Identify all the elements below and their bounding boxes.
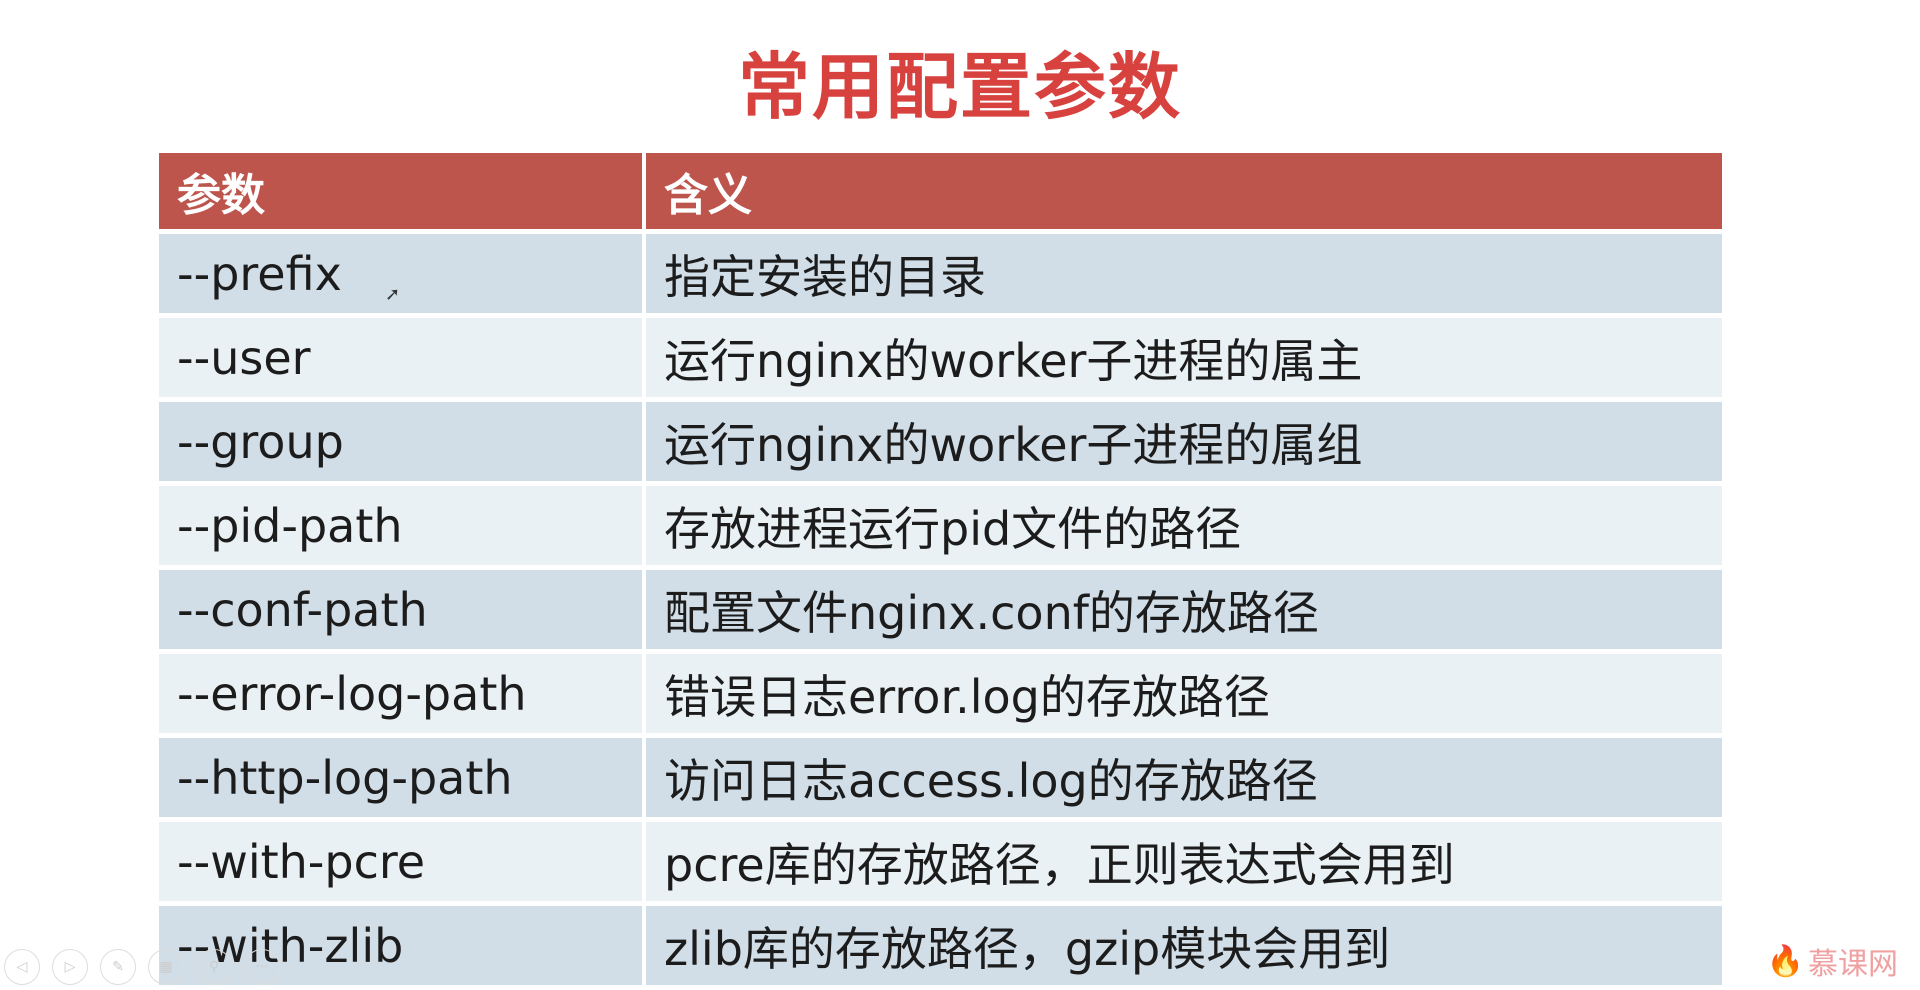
meaning-cell: 访问日志access.log的存放路径 <box>646 738 1722 817</box>
param-cell: --conf-path <box>159 570 642 649</box>
meaning-cell: 错误日志error.log的存放路径 <box>646 654 1722 733</box>
table-row: --with-zlib zlib库的存放路径，gzip模块会用到 <box>159 906 1722 985</box>
next-icon[interactable]: ▷ <box>52 949 88 985</box>
param-cell: --pid-path <box>159 486 642 565</box>
table-row: --conf-path 配置文件nginx.conf的存放路径 <box>159 570 1722 649</box>
table-header-row: 参数 含义 <box>159 153 1722 229</box>
more-icon[interactable]: ··· <box>244 949 280 985</box>
param-cell: --group <box>159 402 642 481</box>
flame-icon: 🔥 <box>1766 943 1804 979</box>
table-row: --pid-path 存放进程运行pid文件的路径 <box>159 486 1722 565</box>
meaning-cell: 存放进程运行pid文件的路径 <box>646 486 1722 565</box>
param-cell: --error-log-path <box>159 654 642 733</box>
table-row: --with-pcre pcre库的存放路径，正则表达式会用到 <box>159 822 1722 901</box>
meaning-cell: zlib库的存放路径，gzip模块会用到 <box>646 906 1722 985</box>
param-cell: --http-log-path <box>159 738 642 817</box>
header-meaning: 含义 <box>646 153 1722 229</box>
zoom-icon[interactable]: ⚲ <box>196 949 232 985</box>
meaning-cell: 指定安装的目录 <box>646 234 1722 313</box>
slides-icon[interactable]: ▦ <box>148 949 184 985</box>
meaning-cell: pcre库的存放路径，正则表达式会用到 <box>646 822 1722 901</box>
meaning-cell: 运行nginx的worker子进程的属主 <box>646 318 1722 397</box>
slide-controls: ◁ ▷ ✎ ▦ ⚲ ··· <box>4 949 280 985</box>
table-row: --http-log-path 访问日志access.log的存放路径 <box>159 738 1722 817</box>
table-row: --group 运行nginx的worker子进程的属组 <box>159 402 1722 481</box>
watermark-text: 慕课网 <box>1808 947 1898 982</box>
meaning-cell: 配置文件nginx.conf的存放路径 <box>646 570 1722 649</box>
table-row: --user 运行nginx的worker子进程的属主 <box>159 318 1722 397</box>
previous-icon[interactable]: ◁ <box>4 949 40 985</box>
meaning-cell: 运行nginx的worker子进程的属组 <box>646 402 1722 481</box>
config-params-table: 参数 含义 --prefix 指定安装的目录 --user 运行nginx的worke… <box>155 148 1726 990</box>
slide-title: 常用配置参数 <box>737 45 1182 129</box>
param-cell: --with-pcre <box>159 822 642 901</box>
param-cell: --prefix <box>159 234 642 313</box>
mouse-cursor-icon: ➚ <box>385 284 401 305</box>
header-param: 参数 <box>159 153 642 229</box>
param-cell: --user <box>159 318 642 397</box>
table-row: --error-log-path 错误日志error.log的存放路径 <box>159 654 1722 733</box>
pen-icon[interactable]: ✎ <box>100 949 136 985</box>
watermark-logo: 🔥 慕课网 <box>1767 939 1898 983</box>
